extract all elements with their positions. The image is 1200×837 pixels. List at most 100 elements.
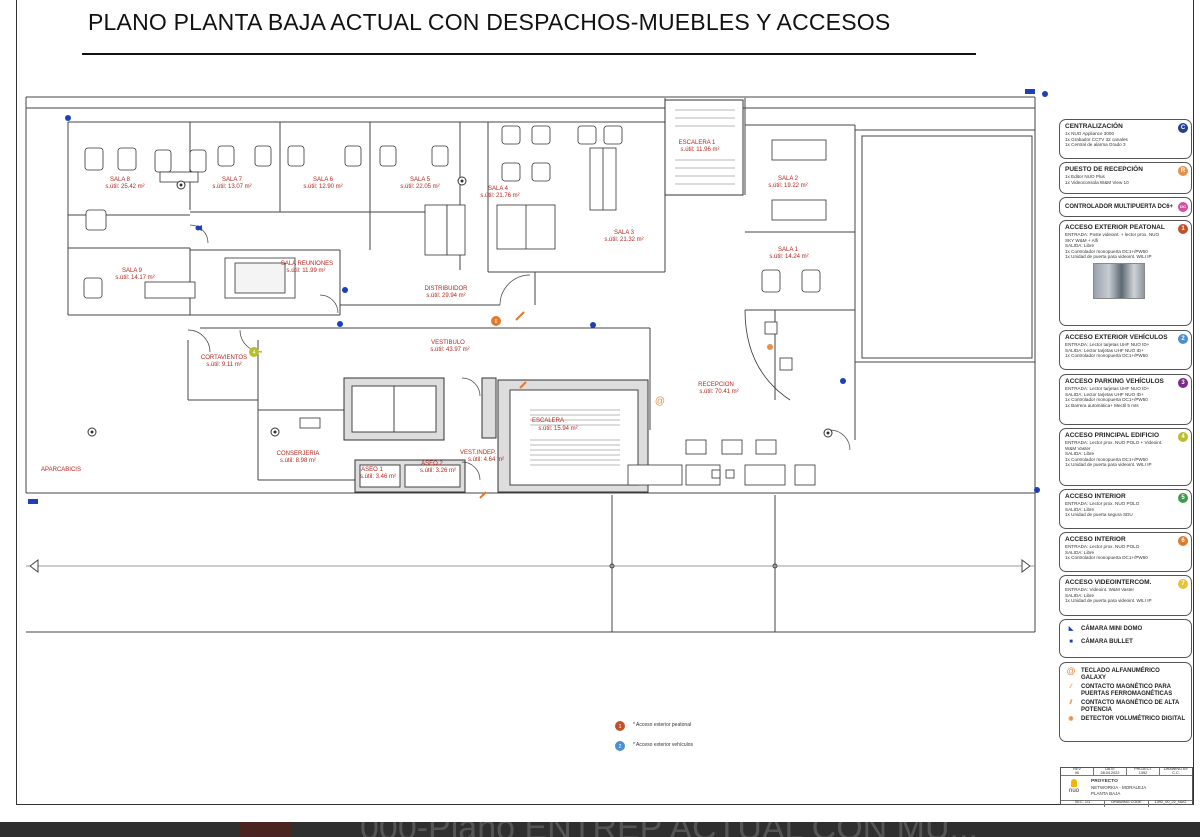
tb-heading: PROYECTO <box>1091 779 1118 784</box>
tb-date: DATE 28.04.2022 <box>1094 767 1127 775</box>
title-block-header: REV 00 DATE 28.04.2022 PROJECT 1392 DRAWING… <box>1061 767 1192 776</box>
room-area-aseo1: s.útil: 3.46 m² <box>360 474 396 480</box>
room-area-conserjeria: s.útil: 8.98 m² <box>280 458 316 464</box>
legend-acceso-vehiculos: ACCESO EXTERIOR VEHÍCULOS 2 ENTRADA: Lec… <box>1059 330 1192 370</box>
legend-principal-title: ACCESO PRINCIPAL EDIFICIO <box>1065 432 1160 439</box>
legend-recepcion-title: PUESTO DE RECEPCIÓN <box>1065 166 1143 173</box>
room-name-cortavientos: CORTAVIENTOS <box>201 355 247 361</box>
legend-sym-teclado: @ TECLADO ALFANUMÉRICO GALAXY <box>1065 666 1186 682</box>
room-name-escalera: ESCALERA <box>532 418 564 424</box>
room-name-escalera1: ESCALERA 1 <box>679 140 716 146</box>
tb-dwg-code: 1392_00_22_NUO <box>1149 800 1192 807</box>
room-name-aseo2: ASEO 2 <box>421 461 443 467</box>
tb-rev-value: 00 <box>1074 770 1080 775</box>
legend-vehiculos-badge: 2 <box>1178 334 1188 344</box>
legend-sym-contacto-alta: ⫽ CONTACTO MAGNÉTICO DE ALTA POTENCIA <box>1065 700 1186 714</box>
room-area-sala3: s.útil: 21.32 m² <box>604 237 643 243</box>
legend-interior5-title: ACCESO INTERIOR <box>1065 493 1126 500</box>
room-area-sala5: s.útil: 22.05 m² <box>400 184 439 190</box>
file-name-caption: 000-Plano ENTREP ACTUAL CON MU... <box>360 822 978 837</box>
room-area-vestibulo: s.útil: 43.97 m² <box>430 347 469 353</box>
legend-line: 1x Central de alarma Grado 3 <box>1065 142 1126 148</box>
bullet-camera-icon: ■ <box>1069 639 1073 645</box>
legend-line: 1x Unidad de puerta para videoint. WILI … <box>1065 598 1152 604</box>
legend-controlador: CONTROLADOR MULTIPUERTA DC6+ DC <box>1059 197 1192 217</box>
room-name-aseo1: ASEO 1 <box>361 467 383 473</box>
legend-sym-detector: ◉ DETECTOR VOLUMÉTRICO DIGITAL <box>1065 716 1186 723</box>
drawing-sheet: PLANO PLANTA BAJA ACTUAL CON DESPACHOS-M… <box>0 0 1200 822</box>
legend-sym-contacto-label: CONTACTO MAGNÉTICO PARA PUERTAS FERROMAG… <box>1081 684 1173 697</box>
room-area-reuniones: s.útil: 11.99 m² <box>287 268 326 274</box>
legend-sym-detector-label: DETECTOR VOLUMÉTRICO DIGITAL <box>1081 716 1186 722</box>
room-name-sala5: SALA 5 <box>410 177 431 183</box>
room-name-sala8: SALA 8 <box>110 177 131 183</box>
legend-centralizacion-title: CENTRALIZACIÓN <box>1065 123 1123 130</box>
room-name-sala1: SALA 1 <box>778 247 799 253</box>
tb-plant: PLANTA BAJA <box>1091 791 1121 796</box>
legend-acceso-peatonal: ACCESO EXTERIOR PEATONAL 1 ENTRADA: Post… <box>1059 220 1192 326</box>
room-area-recepcion: s.útil: 70.41 m² <box>699 389 738 395</box>
title-block: REV 00 DATE 28.04.2022 PROJECT 1392 DRAWING… <box>1060 767 1193 807</box>
legend-acceso-principal: ACCESO PRINCIPAL EDIFICIO 4 ENTRADA: Lec… <box>1059 428 1192 486</box>
room-name-sala9: SALA 9 <box>122 268 143 274</box>
room-name-distribuidor: DISTRIBUIDOR <box>424 286 468 292</box>
note-1-text: * Acceso exterior peatonal <box>633 722 691 728</box>
legend-cameras: ◣ CÁMARA MINI DOMO ■ CÁMARA BULLET <box>1059 619 1192 658</box>
room-area-vestindep: s.útil: 4.64 m² <box>468 457 504 463</box>
legend-line: 1x Unidad de puerta para videoint. WILI … <box>1065 254 1152 260</box>
legend-acceso-interior-5: ACCESO INTERIOR 5 ENTRADA: Lector prox. … <box>1059 489 1192 529</box>
tb-date-value: 28.04.2022 <box>1100 770 1120 775</box>
legend-controlador-badge: DC <box>1178 202 1188 212</box>
legend-sym-contacto-alta-label: CONTACTO MAGNÉTICO DE ALTA POTENCIA <box>1081 700 1180 713</box>
room-name-vestibulo: VESTIBULO <box>431 340 465 346</box>
nuo-logo-text: nuo <box>1068 788 1079 794</box>
room-area-sala9: s.útil: 14.17 m² <box>115 275 154 281</box>
room-name-recepcion: RECEPCION <box>698 382 734 388</box>
tb-dwg-label: DRAWING CODE <box>1111 800 1142 804</box>
note-2-number: 2 <box>619 744 622 750</box>
legend-interior6-badge: 6 <box>1178 536 1188 546</box>
room-name-sala2: SALA 2 <box>778 176 799 182</box>
tb-dwg: DRAWING CODE <box>1105 800 1149 807</box>
room-area-cortavientos: s.útil: 9.11 m² <box>206 362 242 368</box>
legend-videointercom-title: ACCESO VIDEOINTERCOM. <box>1065 579 1152 586</box>
tb-sec: SEC. 1/1 <box>1061 800 1105 807</box>
note-1-number: 1 <box>619 724 622 730</box>
room-area-sala6: s.útil: 12.90 m² <box>303 184 342 190</box>
bulb-icon <box>1071 779 1077 787</box>
legend-line: 1x Videoconsola W&M View 10 <box>1065 179 1129 185</box>
legend-peatonal-badge: 1 <box>1178 224 1188 234</box>
tb-drawing-value: C.C. <box>1172 770 1180 775</box>
floor-plan: @ 6 4 SALA 8 s.útil: 25.42 m² SALA 7 s.ú… <box>25 89 1048 751</box>
marker-access-6-label: 6 <box>495 319 498 325</box>
svg-text:@: @ <box>655 396 665 407</box>
tb-dwg-code-value: 1392_00_22_NUO <box>1154 800 1187 804</box>
building-core <box>343 99 744 493</box>
motion-detector-icon: ◉ <box>1068 716 1074 722</box>
room-area-sala8: s.útil: 25.42 m² <box>105 184 144 190</box>
legend-line: 1x Unidad de puerta segura SDU <box>1065 512 1133 518</box>
legend-recepcion: PUESTO DE RECEPCIÓN R 1x Editor NUO Plus… <box>1059 162 1192 194</box>
tb-sec-label: SEC. <box>1074 800 1084 804</box>
legend-sym-contacto: ⁄ CONTACTO MAGNÉTICO PARA PUERTAS FERROM… <box>1065 684 1186 698</box>
high-power-contact-icon: ⫽ <box>1069 700 1073 706</box>
legend-line: 1x Controlador monopuerta DC1+/PW50 <box>1065 353 1148 359</box>
title-block-footer: SEC. 1/1 DRAWING CODE 1392_00_22_NUO <box>1061 800 1192 807</box>
note-2-text: * Acceso exterior vehículos <box>633 742 694 748</box>
legend-acceso-parking: ACCESO PARKING VEHÍCULOS 3 ENTRADA: Lect… <box>1059 374 1192 425</box>
title-block-body: nuo PROYECTO NETWORKIA - MORALEJA PLANTA… <box>1061 776 1192 800</box>
legend-principal-badge: 4 <box>1178 432 1188 442</box>
magnetic-contact-icon: ⁄ <box>1070 684 1072 690</box>
legend-camera-bullet-label: CÁMARA BULLET <box>1081 639 1133 645</box>
room-name-sala6: SALA 6 <box>313 177 334 183</box>
tb-project-value: 1392 <box>1138 770 1148 775</box>
room-area-sala7: s.útil: 13.07 m² <box>212 184 251 190</box>
keypad-icon: @ <box>1066 666 1076 676</box>
viewer-bottom-strip: 000-Plano ENTREP ACTUAL CON MU... <box>0 822 1200 837</box>
room-name-conserjeria: CONSERJERIA <box>277 451 320 457</box>
legend-videointercom-badge: 7 <box>1178 579 1188 589</box>
tb-sec-value: 1/1 <box>1084 800 1091 804</box>
legend-peatonal-title: ACCESO EXTERIOR PEATONAL <box>1065 224 1165 231</box>
legend-parking-badge: 3 <box>1178 378 1188 388</box>
legend-line: 1x Controlador monopuerta DC1+/PW50 <box>1065 555 1148 561</box>
